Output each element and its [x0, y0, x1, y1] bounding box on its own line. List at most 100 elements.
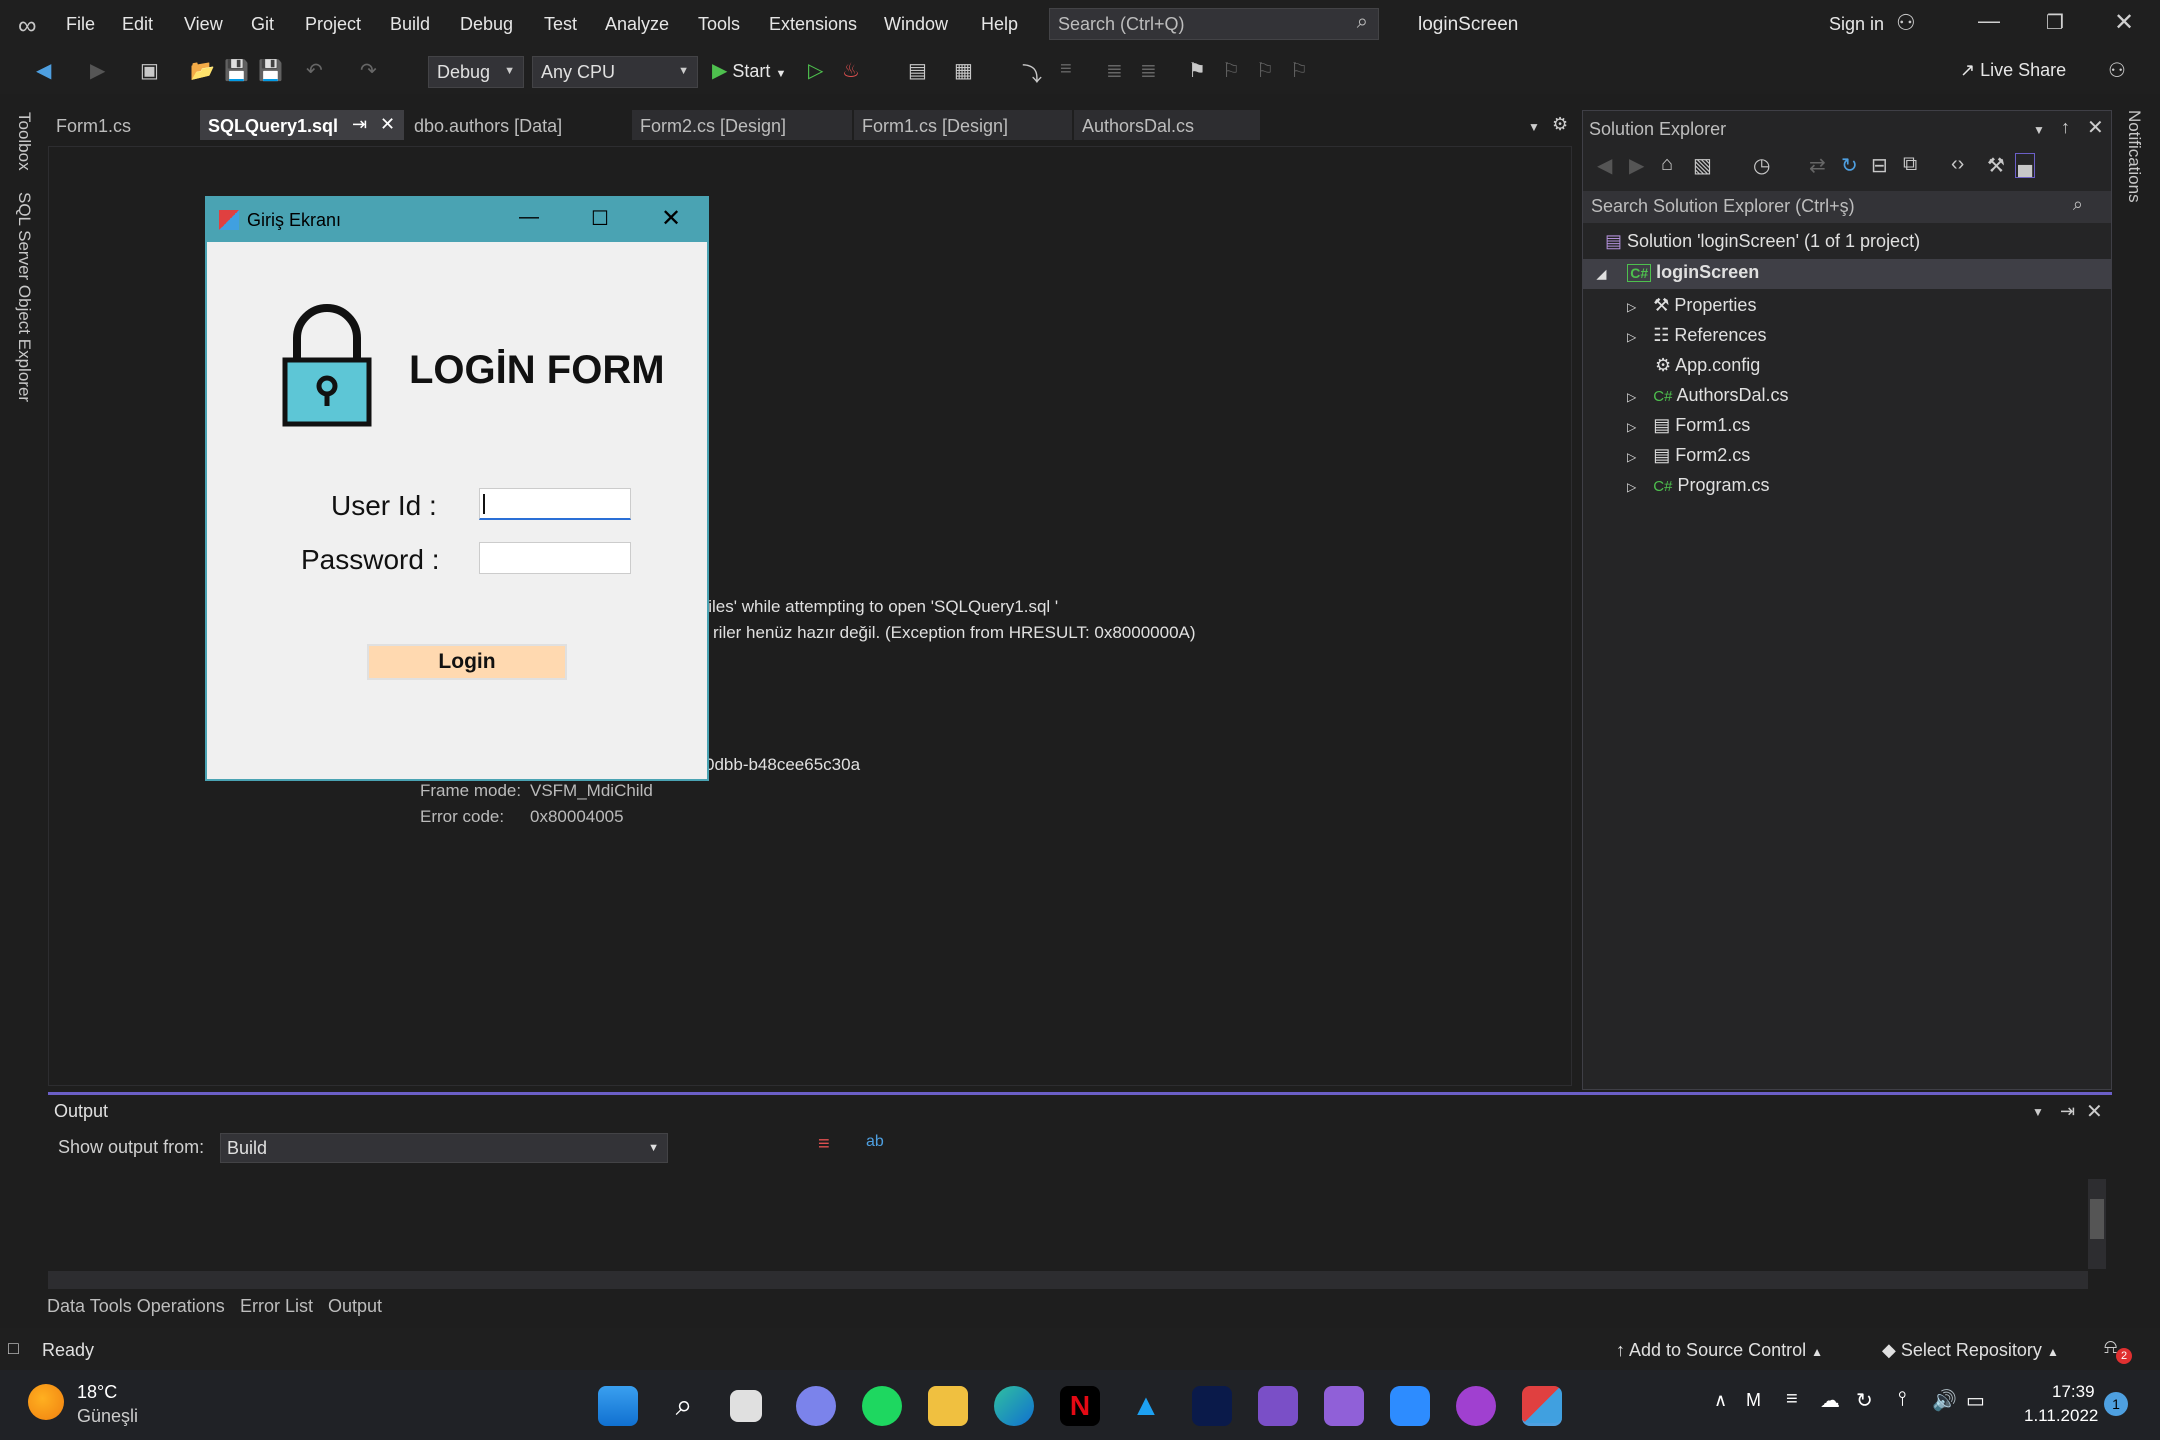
open-folder-icon[interactable]: 📂	[190, 58, 215, 83]
se-pin-icon[interactable]: ↑	[2061, 117, 2070, 138]
back-icon[interactable]: ◀	[36, 58, 51, 83]
tree-item-form1[interactable]: ▷ ▤ Form1.cs	[1627, 415, 1750, 436]
twitter-icon[interactable]: ▲	[1126, 1386, 1166, 1426]
platform-dropdown[interactable]: Any CPU ▼	[532, 56, 698, 88]
bookmark-prev-icon[interactable]: ⚐	[1222, 58, 1240, 83]
netflix-icon[interactable]: N	[1060, 1386, 1100, 1426]
bookmark-icon[interactable]: ⚑	[1188, 58, 1206, 83]
login-button[interactable]: Login	[367, 644, 567, 680]
zoom-icon[interactable]	[1390, 1386, 1430, 1426]
file-explorer-icon[interactable]	[928, 1386, 968, 1426]
meet-icon[interactable]: M	[1746, 1390, 1761, 1411]
sql-explorer-tab[interactable]: SQL Server Object Explorer	[14, 192, 34, 402]
toolbox-tab[interactable]: Toolbox	[14, 112, 34, 171]
browse-icon[interactable]: ▤	[908, 58, 927, 83]
tree-item-references[interactable]: ▷ ☷ References	[1627, 325, 1766, 346]
se-forward-icon[interactable]: ▶	[1629, 153, 1644, 178]
tab-list-dropdown-icon[interactable]: ▼	[1528, 120, 1540, 134]
search-box[interactable]: Search (Ctrl+Q) ⌕	[1049, 8, 1379, 40]
bookmark-next-icon[interactable]: ⚐	[1256, 58, 1274, 83]
menu-file[interactable]: File	[66, 14, 95, 35]
vertical-scrollbar[interactable]	[2088, 1179, 2106, 1269]
tab-output[interactable]: Output	[328, 1296, 382, 1317]
select-repository-button[interactable]: ◆ Select Repository ▲	[1882, 1340, 2059, 1361]
tab-close-icon[interactable]: ✕	[380, 114, 395, 135]
output-source-dropdown[interactable]: Build ▼	[220, 1133, 668, 1163]
add-source-control-button[interactable]: ↑ Add to Source Control ▲	[1616, 1340, 1823, 1361]
onedrive-icon[interactable]: ☁	[1820, 1388, 1840, 1413]
horizontal-scrollbar[interactable]	[48, 1271, 2088, 1289]
output-dropdown-icon[interactable]: ▼	[2032, 1105, 2044, 1119]
menu-extensions[interactable]: Extensions	[769, 14, 857, 35]
menu-tools[interactable]: Tools	[698, 14, 740, 35]
preview-icon[interactable]: ▄	[2015, 153, 2036, 178]
user-id-input[interactable]	[479, 488, 631, 520]
live-share-button[interactable]: ↗ Live Share	[1960, 60, 2066, 81]
tab-form1-cs[interactable]: Form1.cs	[48, 110, 196, 140]
sync-icon[interactable]: ↻	[1856, 1388, 1873, 1413]
se-close-icon[interactable]: ✕	[2087, 115, 2104, 140]
tree-item-appconfig[interactable]: ⚙ App.config	[1627, 355, 1760, 376]
save-icon[interactable]: 💾	[224, 58, 249, 83]
history-icon[interactable]: ◷	[1753, 153, 1770, 178]
tab-sqlquery1[interactable]: SQLQuery1.sql ⇥ ✕	[200, 110, 404, 140]
switch-view-icon[interactable]: ▧	[1693, 153, 1712, 178]
dialog-close-icon[interactable]: ✕	[661, 204, 681, 233]
menu-analyze[interactable]: Analyze	[605, 14, 669, 35]
undo-icon[interactable]: ↶	[306, 58, 323, 83]
disney-plus-icon[interactable]	[1192, 1386, 1232, 1426]
refresh-icon[interactable]: ↻	[1841, 153, 1858, 178]
menu-help[interactable]: Help	[981, 14, 1018, 35]
tree-item-authorsdal[interactable]: ▷ C# AuthorsDal.cs	[1627, 385, 1789, 406]
layout-icon[interactable]: ▦	[954, 58, 973, 83]
solution-node[interactable]: ▤ Solution 'loginScreen' (1 of 1 project…	[1605, 231, 1920, 252]
task-view-icon[interactable]	[730, 1390, 762, 1422]
project-node[interactable]: ◢ C# loginScreen	[1583, 259, 2111, 289]
indent-icon[interactable]: ≣	[1106, 58, 1123, 83]
hot-reload-icon[interactable]: ♨	[842, 58, 860, 83]
scroll-thumb[interactable]	[2090, 1199, 2104, 1239]
bookmark-clear-icon[interactable]: ⚐	[1290, 58, 1308, 83]
battery-icon[interactable]: ▭	[1966, 1388, 1985, 1413]
visual-studio-icon[interactable]	[1258, 1386, 1298, 1426]
dialog-title-bar[interactable]: Giriş Ekranı — ☐ ✕	[207, 198, 707, 242]
pin-icon[interactable]: ⇥	[352, 114, 367, 135]
tree-item-form2[interactable]: ▷ ▤ Form2.cs	[1627, 445, 1750, 466]
format-icon[interactable]: ≡	[1060, 58, 1072, 81]
sliders-icon[interactable]: ≡	[1786, 1388, 1798, 1411]
settings-gear-icon[interactable]: ⚙	[1552, 114, 1568, 135]
config-dropdown[interactable]: Debug ▼	[428, 56, 524, 88]
output-pin-icon[interactable]: ⇥	[2060, 1101, 2075, 1122]
forward-icon[interactable]: ▶	[90, 58, 105, 83]
minimize-icon[interactable]: —	[1978, 8, 2000, 34]
volume-icon[interactable]: 🔊	[1932, 1388, 1957, 1413]
sync-icon[interactable]: ⇄	[1809, 153, 1826, 178]
chevron-up-icon[interactable]: ∧	[1714, 1390, 1727, 1411]
visual-studio-installer-icon[interactable]	[1324, 1386, 1364, 1426]
wifi-icon[interactable]: ⫯	[1898, 1388, 1907, 1411]
start-menu-icon[interactable]	[598, 1386, 638, 1426]
show-all-icon[interactable]: ⧉	[1903, 153, 1917, 176]
new-item-icon[interactable]: ▣	[140, 58, 159, 83]
start-button[interactable]: ▶ Start ▼	[712, 58, 786, 83]
save-all-icon[interactable]: 💾	[258, 58, 283, 83]
tree-item-program[interactable]: ▷ C# Program.cs	[1627, 475, 1769, 496]
wrench-icon[interactable]: ⚒	[1987, 153, 2005, 178]
sign-in-link[interactable]: Sign in	[1829, 14, 1884, 35]
weather-icon[interactable]	[28, 1384, 64, 1420]
account-icon[interactable]: ⚇	[1896, 10, 1916, 36]
menu-view[interactable]: View	[184, 14, 223, 35]
outdent-icon[interactable]: ≣	[1140, 58, 1157, 83]
tab-dbo-authors[interactable]: dbo.authors [Data]	[406, 110, 628, 140]
se-search-box[interactable]: Search Solution Explorer (Ctrl+ş) ⌕	[1583, 191, 2111, 223]
home-icon[interactable]: ⌂	[1661, 153, 1673, 176]
se-dropdown-icon[interactable]: ▼	[2033, 123, 2045, 137]
notifications-tab[interactable]: Notifications	[2124, 110, 2144, 203]
notification-center-badge[interactable]: 1	[2104, 1392, 2128, 1416]
tab-error-list[interactable]: Error List	[240, 1296, 313, 1317]
search-icon[interactable]: ⌕	[664, 1386, 704, 1426]
redo-icon[interactable]: ↷	[360, 58, 377, 83]
step-icon[interactable]: ⤵	[1022, 58, 1042, 87]
clear-all-icon[interactable]: ≡	[818, 1133, 830, 1156]
menu-git[interactable]: Git	[251, 14, 274, 35]
